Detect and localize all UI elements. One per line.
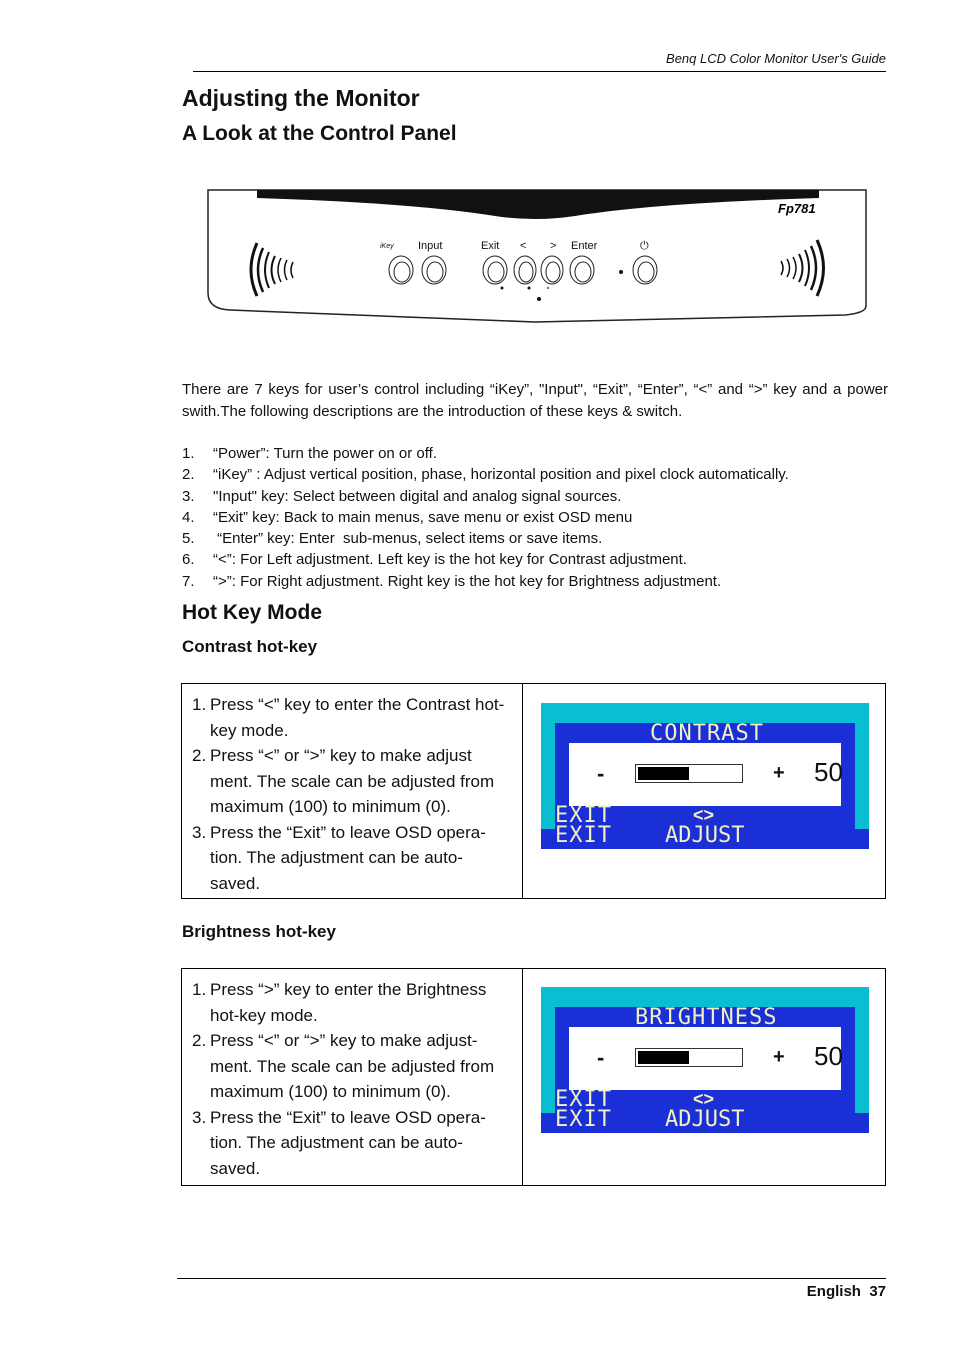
page: Benq LCD Color Monitor User's Guide Adju… <box>0 0 954 1351</box>
exit-label: Exit <box>481 240 499 252</box>
step-item: 2. Press “<” or “>” key to make adjust me… <box>192 746 495 816</box>
power-icon: ⏻ <box>640 240 649 252</box>
section-title: A Look at the Control Panel <box>182 122 457 145</box>
list-item: 5. “Enter” key: Enter sub-menus, select … <box>182 530 603 548</box>
step-item: 3. Press the “Exit” to leave OSD opera- t… <box>192 1107 486 1178</box>
hotkey-heading: Hot Key Mode <box>182 601 323 624</box>
input-label: Input <box>418 240 442 252</box>
list-item: 3. "Input" key: Select between digital an… <box>182 487 622 505</box>
contrast-level-bar <box>635 764 743 783</box>
page-title: Adjusting the Monitor <box>182 85 420 111</box>
brightness-heading: Brightness hot-key <box>182 922 336 941</box>
intro-paragraph: There are 7 keys for user’s control incl… <box>182 381 888 420</box>
contrast-osd: ◑CONTRAST -+50 EXIT EXIT <> ADJUST <box>541 703 869 849</box>
list-item: 7. “>”: For Right adjustment. Right key i… <box>182 572 722 590</box>
right-label: > <box>550 240 556 252</box>
list-item: 1. “Power”: Turn the power on or off. <box>182 445 437 462</box>
step-item: 1. Press “<” key to enter the Contrast ho… <box>192 695 505 740</box>
list-item: 2. “iKey” : Adjust vertical position, pha… <box>182 466 789 484</box>
header-rule <box>193 71 886 72</box>
step-item: 2. Press “<” or “>” key to make adjust- m… <box>192 1031 495 1101</box>
enter-label: Enter <box>571 240 598 252</box>
footer-rule <box>177 1278 886 1279</box>
power-led <box>619 270 623 274</box>
control-panel-illustration: Fp781 iKey Input Exit < > Enter ⏻ <box>207 189 867 323</box>
brightness-level-bar <box>635 1048 743 1067</box>
running-header: Benq LCD Color Monitor User's Guide <box>666 51 886 66</box>
list-item: 4. “Exit” key: Back to main menus, save m… <box>182 508 633 526</box>
step-item: 1. Press “>” key to enter the Brightness … <box>192 980 487 1025</box>
brightness-value: 50 <box>814 1041 843 1071</box>
brightness-osd: ☼BRIGHTNESS -+50 EXIT EXIT <> ADJUST <box>541 987 869 1133</box>
step-item: 3. Press the “Exit” to leave OSD opera- t… <box>192 822 486 893</box>
contrast-heading: Contrast hot-key <box>182 637 318 656</box>
model-label: Fp781 <box>778 201 816 216</box>
contrast-value: 50 <box>814 757 843 787</box>
left-label: < <box>520 240 526 252</box>
ikey-label: iKey <box>380 243 394 250</box>
list-item: 6. “<”: For Left adjustment. Left key is … <box>182 551 687 569</box>
page-footer: English 37 <box>806 1283 886 1300</box>
key-list: 1. “Power”: Turn the power on or off. 2. “… <box>182 443 789 592</box>
